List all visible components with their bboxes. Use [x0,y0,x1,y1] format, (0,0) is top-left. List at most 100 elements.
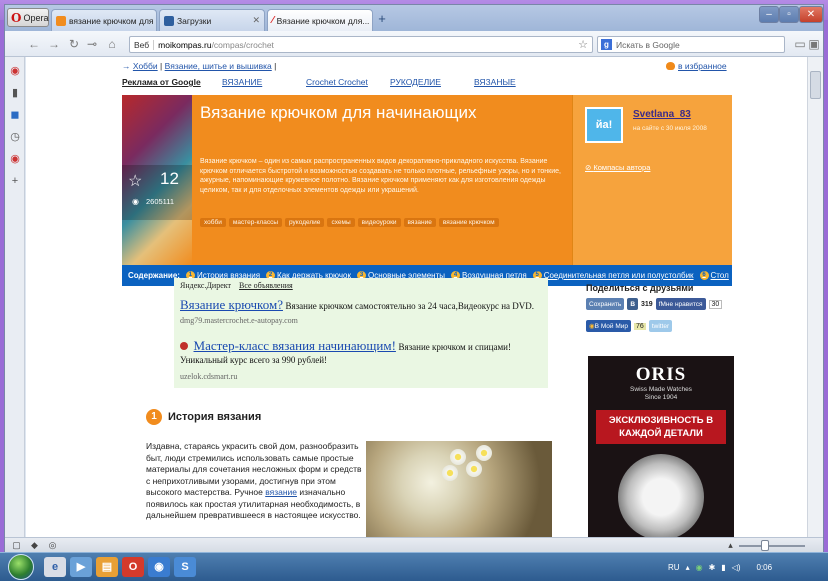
tray-battery-icon[interactable]: ▮ [721,563,725,572]
folder-taskbar-icon[interactable]: ▤ [96,557,118,577]
scrollbar-thumb[interactable] [810,71,821,99]
oris-ad-banner[interactable]: ORIS Swiss Made Watches Since 1904 ЭКСКЛ… [588,356,734,545]
google-ads-label[interactable]: Реклама от Google [122,77,222,87]
turbo-icon[interactable]: ◆ [29,540,40,551]
ad-2-title[interactable]: Мастер-класс вязания начинающим! [194,338,396,353]
toc-number-icon: 6 [699,271,709,280]
forward-icon[interactable]: → [47,37,61,51]
new-tab-button[interactable]: + [373,10,391,27]
ad-2-url[interactable]: uzelok.cdsmart.ru [180,372,237,381]
tray-volume-icon[interactable]: ◁) [732,563,741,572]
section-number: 1 [146,409,162,425]
media-taskbar-icon[interactable]: ▶ [70,557,92,577]
panel-add-icon[interactable]: + [9,175,21,187]
panel-notes-icon[interactable]: ◉ [9,153,21,165]
section-text: Издавна, стараясь украсить свой дом, раз… [146,441,362,520]
zoom-slider[interactable] [739,545,805,547]
panel-opera-icon[interactable]: ◉ [9,65,21,77]
add-to-favorites[interactable]: в избранное [666,61,727,71]
panel-toggle-icon[interactable]: ▢ [11,540,22,551]
author-name[interactable]: Svetlana_83 [633,109,691,120]
language-indicator[interactable]: RU [668,563,680,572]
panel-unite-icon[interactable]: ◼ [9,109,21,121]
all-ads-link[interactable]: Все объявления [239,281,293,290]
tag-knitting[interactable]: вязание [403,218,436,227]
fb-like-button[interactable]: f Мне нравится [655,298,706,310]
watch-image [618,454,704,540]
browser-window: O Opera вязание крючком для ... ✕ Загруз… [4,4,824,553]
tag-masterclass[interactable]: мастер-классы [228,218,283,227]
opera-menu-button[interactable]: O Opera [7,8,49,27]
status-bar: ▢ ◆ ◎ ▴ [5,537,823,553]
ad-1-title[interactable]: Вязание крючком? [180,297,283,312]
twitter-button[interactable]: twitter [648,320,673,332]
close-window-button[interactable]: ✕ [799,6,823,23]
tag-video[interactable]: видеоуроки [357,218,401,227]
bookmark-star-icon[interactable]: ☆ [578,38,588,51]
tag-crochet[interactable]: вязание крючком [438,218,499,227]
tag-handicraft[interactable]: рукоделие [285,218,325,227]
breadcrumb-knitting[interactable]: Вязание, шитье и вышивка [165,61,272,71]
key-icon[interactable]: ⊸ [85,37,99,51]
address-field[interactable]: Веб moikompas.ru /compas/crochet ☆ [129,36,593,53]
tab-crochet-1[interactable]: вязание крючком для ... ✕ [51,9,157,31]
tab-downloads[interactable]: Загрузки ✕ [159,9,265,31]
google-icon: g [601,39,612,50]
tray-network-icon[interactable]: ◉ [696,563,703,572]
opera-taskbar-icon[interactable]: O [122,557,144,577]
lace-doily-image [366,441,552,545]
maximize-button[interactable]: ▫ [779,6,799,23]
tray-bluetooth-icon[interactable]: ✱ [709,563,716,572]
tag-schemes[interactable]: схемы [327,218,355,227]
author-compasses-link[interactable]: ⊘ Компасы автора [585,163,650,172]
panel-history-icon[interactable]: ◷ [9,131,21,143]
yarn-image: ☆ 12 ◉ 2605111 [122,95,192,265]
toc-item-slip-stitch[interactable]: 5 Соединительная петля или полустолбик [532,271,694,280]
tab-crochet-active[interactable]: ⁄ Вязание крючком для... ✕ [267,9,373,31]
zoom-slider-knob[interactable] [761,540,769,551]
eye-icon: ◉ [132,197,139,206]
moimir-button[interactable]: ◉ В Мой Мир [586,320,632,332]
zoom-out-icon[interactable]: ▴ [725,540,736,551]
oris-logo: ORIS [635,364,687,385]
topnav-link-handicraft[interactable]: РУКОДЕЛИЕ [390,77,474,87]
topnav-link-knitting[interactable]: ВЯЗАНИЕ [222,77,306,87]
knitting-link[interactable]: вязание [265,487,297,497]
ad-1: Вязание крючком? Вязание крючком самосто… [180,297,534,313]
reload-icon[interactable]: ↻ [67,37,81,51]
tab-bar: O Opera вязание крючком для ... ✕ Загруз… [5,5,823,31]
minimize-button[interactable]: – [759,6,779,23]
tag-hobby[interactable]: хобби [200,218,226,227]
compass-favicon-icon: ⁄ [272,15,274,26]
star-icon[interactable]: ☆ [128,171,142,191]
settings-icon[interactable]: ◎ [47,540,58,551]
search-field[interactable]: g Искать в Google [597,36,785,53]
vertical-scrollbar[interactable] [807,57,823,545]
home-icon[interactable]: ⌂ [105,37,119,51]
ad-1-url[interactable]: dmg79.mastercrochet.e-autopay.com [180,316,298,325]
page-menu-icon[interactable]: ▭ [793,37,807,51]
start-button[interactable] [8,554,34,580]
downloads-icon [164,15,174,26]
panel-bookmarks-icon[interactable]: ▮ [9,87,21,99]
oris-subtitle: Swiss Made Watches Since 1904 [630,386,692,401]
address-path: /compas/crochet [211,39,274,50]
explorer-taskbar-icon[interactable]: e [44,557,66,577]
close-tab-icon[interactable]: ✕ [252,15,260,26]
toc-item-column[interactable]: 6 Стол [699,271,729,280]
back-icon[interactable]: ← [27,37,41,51]
share-row-1: Сохранить В 319 f Мне нравится 30 [586,298,723,310]
clock[interactable]: 0:06 [757,563,773,572]
topnav-link-crochet[interactable]: Crochet Crochet [306,77,390,87]
skype-taskbar-icon[interactable]: S [174,557,196,577]
chrome-taskbar-icon[interactable]: ◉ [148,557,170,577]
avatar[interactable]: йа! [585,107,623,143]
vk-save-button[interactable]: Сохранить [586,298,625,310]
rating-value: 12 [160,169,179,188]
topnav-link-knitted[interactable]: ВЯЗАНЫЕ [474,77,544,87]
downloads-toolbar-icon[interactable]: ▣ [807,37,821,51]
section-heading: 1 История вязания [146,409,261,425]
tray-arrow-icon[interactable]: ▴ [686,563,690,572]
ads-provider: Яндекс.Директ [180,281,232,290]
breadcrumb-hobby[interactable]: Хобби [133,61,158,71]
